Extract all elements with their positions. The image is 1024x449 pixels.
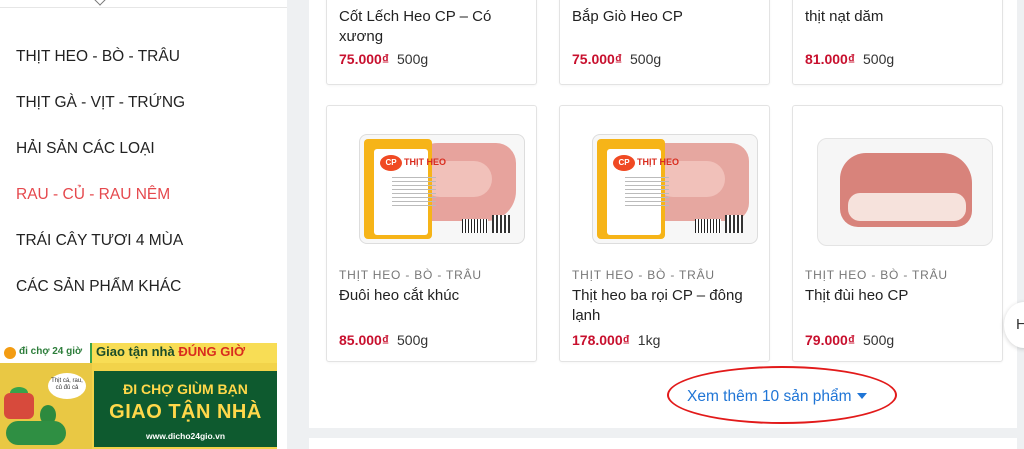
product-card[interactable]: THỊT HEO - BÒ - TRÂU Thịt đùi heo CP 79.…	[792, 105, 1003, 362]
product-unit: 500g	[863, 332, 895, 348]
product-grid: Cốt Lếch Heo CP – Có xương 75.000₫ 500g B…	[309, 0, 1017, 428]
product-category[interactable]: THỊT HEO - BÒ - TRÂU	[805, 268, 948, 282]
product-unit: 500g	[630, 51, 662, 67]
banner-illustration: Thịt cá, rau, củ đủ cả	[0, 363, 92, 449]
product-card[interactable]: CP THỊT HEO THỊT HEO - BÒ - TRÂU Thịt he…	[559, 105, 770, 362]
banner-card: ĐI CHỢ GIÙM BẠN GIAO TẬN NHÀ www.dicho24…	[92, 369, 277, 449]
product-price: 81.000₫	[805, 51, 856, 67]
product-category[interactable]: THỊT HEO - BÒ - TRÂU	[339, 268, 482, 282]
cp-logo-icon: CP	[613, 155, 635, 171]
banner-brand: đi chợ 24 giờ	[0, 343, 92, 363]
price-row: 75.000₫ 500g	[572, 51, 661, 67]
product-image[interactable]	[803, 116, 994, 256]
product-name[interactable]: thịt nạt dăm	[805, 7, 992, 27]
product-price: 75.000₫	[572, 51, 623, 67]
product-price: 79.000₫	[805, 332, 856, 348]
category-thit-ga-vit-trung[interactable]: THỊT GÀ - VỊT - TRỨNG	[0, 80, 287, 126]
product-name[interactable]: Thịt đùi heo CP	[805, 286, 992, 306]
qr-code-icon	[725, 215, 743, 233]
product-category[interactable]: THỊT HEO - BÒ - TRÂU	[572, 268, 715, 282]
cp-logo-icon: CP	[380, 155, 402, 171]
scooter-icon	[6, 421, 66, 445]
banner-headline-1: ĐI CHỢ GIÙM BẠN	[123, 381, 248, 397]
product-unit: 1kg	[637, 332, 661, 348]
product-name[interactable]: Cốt Lếch Heo CP – Có xương	[339, 7, 526, 47]
caret-down-icon[interactable]	[856, 393, 867, 399]
product-card[interactable]: Cốt Lếch Heo CP – Có xương 75.000₫ 500g	[326, 0, 537, 85]
product-card[interactable]: thịt nạt dăm 81.000₫ 500g	[792, 0, 1003, 85]
next-section-panel	[309, 438, 1017, 449]
sidebar-header	[0, 0, 287, 8]
price-row: 178.000₫ 1kg	[572, 332, 660, 348]
qr-code-icon	[492, 215, 510, 233]
load-more-button[interactable]: Xem thêm 10 sản phẩm	[687, 388, 867, 406]
meat-fat-layer	[848, 193, 966, 221]
product-section: Cốt Lếch Heo CP – Có xương 75.000₫ 500g B…	[309, 0, 1024, 449]
product-image[interactable]: CP THỊT HEO	[337, 116, 528, 256]
category-thit-heo-bo-trau[interactable]: THỊT HEO - BÒ - TRÂU	[0, 34, 287, 80]
product-card[interactable]: CP THỊT HEO THỊT HEO - BÒ - TRÂU Đuôi he…	[326, 105, 537, 362]
package-text-lines	[392, 177, 436, 207]
package-label-inner: CP THỊT HEO	[374, 149, 446, 235]
category-list: THỊT HEO - BÒ - TRÂU THỊT GÀ - VỊT - TRỨ…	[0, 34, 287, 310]
speech-bubble: Thịt cá, rau, củ đủ cả	[48, 373, 86, 399]
basket-icon	[4, 393, 34, 419]
carousel-next-label: H	[1016, 316, 1024, 333]
product-unit: 500g	[863, 51, 895, 67]
meat-tray-image	[817, 138, 993, 246]
product-price: 75.000₫	[339, 51, 390, 67]
banner-slogan: Giao tận nhà ĐÚNG GIỜ	[96, 344, 245, 359]
product-price: 85.000₫	[339, 332, 390, 348]
banner-website: www.dicho24gio.vn	[145, 431, 226, 441]
banner-slogan-highlight: ĐÚNG GIỜ	[178, 344, 246, 359]
category-sidebar: THỊT HEO - BÒ - TRÂU THỊT GÀ - VỊT - TRỨ…	[0, 0, 287, 449]
promo-banner[interactable]: đi chợ 24 giờ Giao tận nhà ĐÚNG GIỜ Thịt…	[0, 343, 277, 449]
load-more-label[interactable]: Xem thêm 10 sản phẩm	[687, 388, 852, 405]
category-trai-cay[interactable]: TRÁI CÂY TƯƠI 4 MÙA	[0, 218, 287, 264]
product-name[interactable]: Bắp Giò Heo CP	[572, 7, 759, 27]
category-hai-san[interactable]: HẢI SẢN CÁC LOẠI	[0, 126, 287, 172]
chevron-down-icon[interactable]	[94, 0, 106, 6]
barcode-icon	[462, 219, 488, 233]
meat-package-image: CP THỊT HEO	[592, 134, 758, 244]
product-image[interactable]: CP THỊT HEO	[570, 116, 761, 256]
package-title: THỊT HEO	[404, 157, 446, 167]
brand-logo-icon	[4, 347, 16, 359]
product-price: 178.000₫	[572, 332, 630, 348]
category-san-pham-khac[interactable]: CÁC SẢN PHẨM KHÁC	[0, 264, 287, 310]
product-card[interactable]: Bắp Giò Heo CP 75.000₫ 500g	[559, 0, 770, 85]
banner-headline-2: GIAO TẬN NHÀ	[109, 401, 262, 423]
price-row: 81.000₫ 500g	[805, 51, 894, 67]
product-unit: 500g	[397, 51, 429, 67]
package-text-lines	[625, 177, 669, 207]
meat-package-image: CP THỊT HEO	[359, 134, 525, 244]
package-title: THỊT HEO	[637, 157, 679, 167]
price-row: 85.000₫ 500g	[339, 332, 428, 348]
banner-header: đi chợ 24 giờ Giao tận nhà ĐÚNG GIỜ	[0, 343, 277, 363]
category-rau-cu-rau-nem[interactable]: RAU - CỦ - RAU NÊM	[0, 172, 287, 218]
product-name[interactable]: Đuôi heo cắt khúc	[339, 286, 526, 306]
product-unit: 500g	[397, 332, 429, 348]
barcode-icon	[695, 219, 721, 233]
banner-slogan-prefix: Giao tận nhà	[96, 344, 175, 359]
product-name[interactable]: Thịt heo ba rọi CP – đông lạnh	[572, 286, 759, 326]
package-label-inner: CP THỊT HEO	[607, 149, 679, 235]
price-row: 79.000₫ 500g	[805, 332, 894, 348]
price-row: 75.000₫ 500g	[339, 51, 428, 67]
banner-brand-text: đi chợ 24 giờ	[19, 346, 83, 357]
